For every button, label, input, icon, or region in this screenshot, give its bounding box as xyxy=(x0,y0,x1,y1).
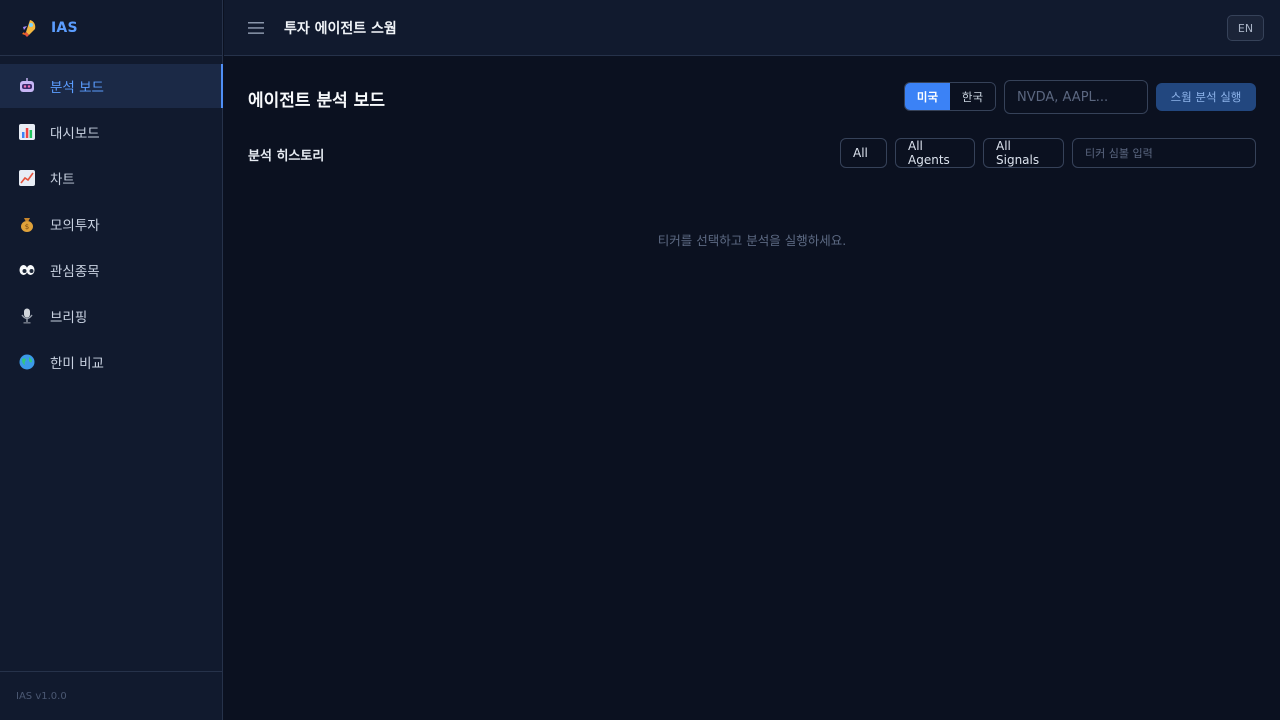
sidebar-nav: 분석 보드 대시보드 차트 $ 모의투자 관심종목 브리핑 한미 비교 xyxy=(0,56,223,384)
page-title: 에이전트 분석 보드 xyxy=(248,91,385,111)
filter-signals-dropdown[interactable]: All Signals xyxy=(983,138,1064,168)
rocket-icon xyxy=(22,19,36,37)
microphone-icon xyxy=(21,308,33,324)
sidebar-item-dashboard[interactable]: 대시보드 xyxy=(0,110,222,154)
money-bag-icon: $ xyxy=(21,218,33,232)
hamburger-menu-icon[interactable] xyxy=(248,21,266,35)
sidebar-item-label: 모의투자 xyxy=(50,218,100,234)
run-swarm-analysis-button[interactable]: 스웜 분석 실행 xyxy=(1156,83,1256,111)
sidebar-item-chart[interactable]: 차트 xyxy=(0,156,222,200)
sidebar-item-label: 차트 xyxy=(50,172,75,188)
language-toggle-button[interactable]: EN xyxy=(1227,15,1264,41)
trend-chart-icon xyxy=(19,170,35,186)
sidebar-item-paper-trading[interactable]: $ 모의투자 xyxy=(0,202,222,246)
filter-agents-dropdown[interactable]: All Agents xyxy=(895,138,975,168)
sidebar-item-label: 한미 비교 xyxy=(50,356,104,372)
filter-all-dropdown[interactable]: All xyxy=(840,138,887,168)
sidebar-footer: IAS v1.0.0 xyxy=(0,671,222,720)
robot-icon xyxy=(20,78,34,92)
market-kr-button[interactable]: 한국 xyxy=(950,83,995,110)
main-content: 에이전트 분석 보드 미국 한국 스웜 분석 실행 분석 히스토리 All Al… xyxy=(224,56,1280,720)
sidebar-item-label: 관심종목 xyxy=(50,264,100,280)
sidebar: IAS 분석 보드 대시보드 차트 $ 모의투자 관심종목 브리핑 한미 비교 … xyxy=(0,0,223,720)
eyes-icon xyxy=(19,265,35,275)
app-title: 투자 에이전트 스웜 xyxy=(284,20,397,37)
sidebar-item-watchlist[interactable]: 관심종목 xyxy=(0,248,222,292)
sidebar-item-label: 대시보드 xyxy=(50,126,100,142)
app-version: IAS v1.0.0 xyxy=(16,690,67,702)
sidebar-item-label: 분석 보드 xyxy=(50,80,104,96)
sidebar-item-label: 브리핑 xyxy=(50,310,88,326)
symbol-filter-input[interactable] xyxy=(1072,138,1256,168)
empty-state-message: 티커를 선택하고 분석을 실행하세요. xyxy=(657,233,847,248)
svg-text:$: $ xyxy=(25,223,29,231)
brand[interactable]: IAS xyxy=(0,0,222,56)
brand-name: IAS xyxy=(51,19,78,36)
globe-icon xyxy=(19,354,35,370)
sidebar-item-kr-us-compare[interactable]: 한미 비교 xyxy=(0,340,222,384)
top-bar: 투자 에이전트 스웜 EN xyxy=(224,0,1280,56)
sidebar-item-briefing[interactable]: 브리핑 xyxy=(0,294,222,338)
ticker-input[interactable] xyxy=(1004,80,1148,114)
market-us-button[interactable]: 미국 xyxy=(905,83,950,110)
app-root: IAS 분석 보드 대시보드 차트 $ 모의투자 관심종목 브리핑 한미 비교 … xyxy=(0,0,1280,720)
history-section-title: 분석 히스토리 xyxy=(248,149,325,164)
bar-chart-icon xyxy=(19,124,35,140)
sidebar-item-analysis-board[interactable]: 분석 보드 xyxy=(0,64,223,108)
market-toggle: 미국 한국 xyxy=(904,82,996,111)
